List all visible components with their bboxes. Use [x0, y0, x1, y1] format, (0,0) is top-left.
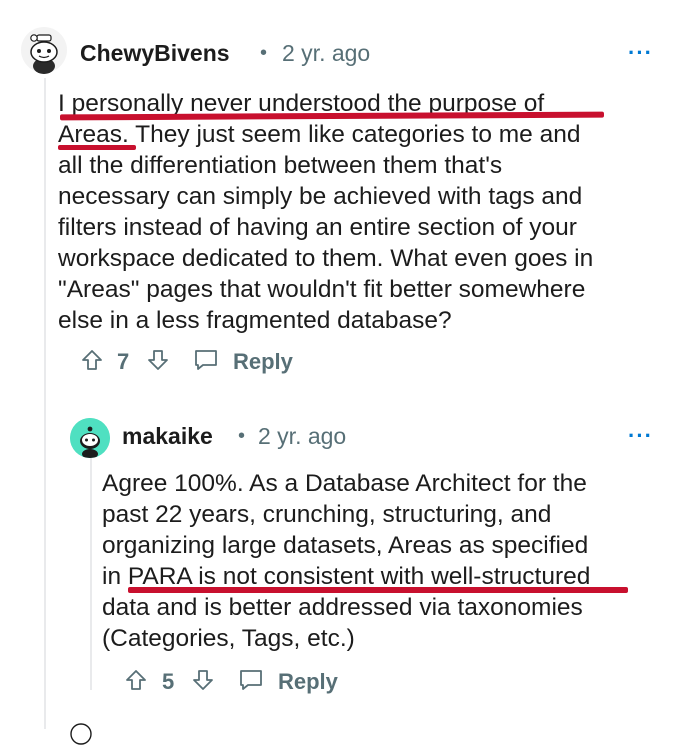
comment-line: Agree 100%. As a Database Architect for … [102, 470, 587, 497]
thread-line-root[interactable] [44, 78, 46, 729]
reply-bubble-icon [240, 670, 262, 690]
annotation-underline [128, 587, 628, 593]
meta-separator: • [238, 425, 246, 447]
comment-line: (Categories, Tags, etc.) [102, 625, 355, 652]
reply-label[interactable]: Reply [233, 349, 293, 375]
downvote-arrow-icon [193, 670, 213, 690]
vote-count: 7 [117, 349, 130, 374]
comment-line: "Areas" pages that wouldn't fit better s… [58, 276, 586, 303]
user-avatar[interactable] [70, 418, 110, 458]
downvote-button[interactable] [191, 668, 215, 692]
downvote-button[interactable] [146, 348, 170, 372]
comment-line: organizing large datasets, Areas as spec… [102, 532, 589, 559]
comment-line: Areas. They just seem like categories to… [58, 121, 581, 148]
user-avatar[interactable] [20, 26, 68, 74]
reply-button[interactable] [238, 668, 264, 692]
reply-label[interactable]: Reply [278, 669, 338, 695]
thread-line-reply[interactable] [90, 458, 92, 690]
comment-body: I personally never understood the purpos… [58, 88, 593, 336]
comment-line: data and is better addressed via taxonom… [102, 594, 583, 621]
upvote-button[interactable] [124, 668, 148, 692]
comment-body: Agree 100%. As a Database Architect for … [102, 468, 590, 654]
more-options-button[interactable]: ··· [628, 40, 653, 66]
snoo-avatar-icon [21, 27, 67, 74]
comment-age[interactable]: 2 yr. ago [258, 423, 346, 450]
downvote-arrow-icon [148, 350, 168, 370]
more-options-button[interactable]: ··· [628, 423, 653, 449]
snoo-avatar-icon [70, 723, 92, 745]
snoo-avatar-icon [70, 418, 110, 458]
comment-age[interactable]: 2 yr. ago [282, 40, 370, 67]
comment-line: necessary can simply be achieved with ta… [58, 183, 583, 210]
comment-line: all the differentiation between them tha… [58, 152, 503, 179]
comment-line: workspace dedicated to them. What even g… [58, 245, 594, 272]
annotation-underline [58, 145, 136, 150]
reply-button[interactable] [193, 348, 219, 372]
username[interactable]: ChewyBivens [80, 40, 230, 67]
vote-count: 5 [162, 669, 175, 694]
username[interactable]: makaike [122, 423, 213, 450]
comment-line: filters instead of having an entire sect… [58, 214, 577, 241]
meta-separator: • [260, 42, 268, 64]
upvote-arrow-icon [82, 350, 102, 370]
comment-line: else in a less fragmented database? [58, 307, 452, 334]
reply-bubble-icon [195, 350, 217, 370]
comment-line: past 22 years, crunching, structuring, a… [102, 501, 552, 528]
upvote-button[interactable] [80, 348, 104, 372]
upvote-arrow-icon [126, 670, 146, 690]
next-comment-avatar[interactable] [66, 718, 96, 748]
